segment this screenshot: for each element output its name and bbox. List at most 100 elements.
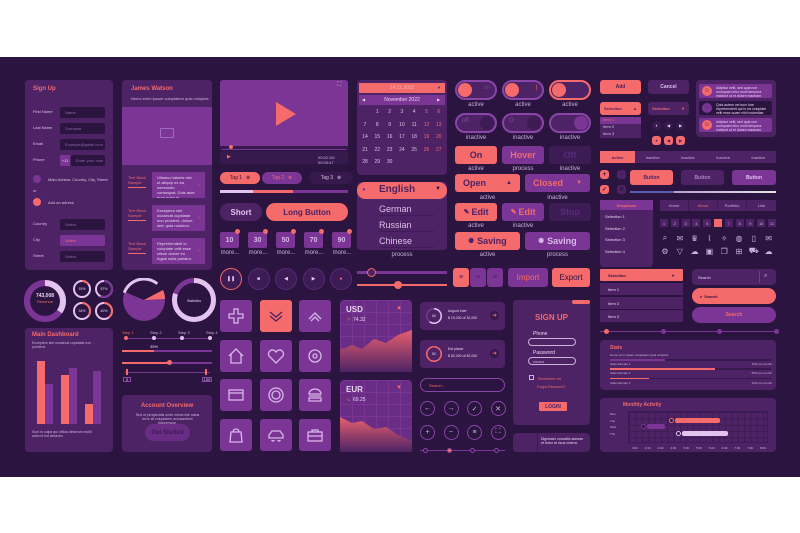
calendar-day[interactable]: 4	[409, 108, 419, 116]
slider-fill[interactable]	[122, 362, 169, 364]
prev-icon[interactable]: ◀	[275, 268, 297, 290]
toggle-active[interactable]: |	[502, 80, 544, 100]
calendar-day[interactable]: 23	[385, 146, 395, 154]
calendar-day[interactable]: 9	[385, 121, 395, 129]
badge-caption[interactable]: more...	[301, 250, 327, 256]
timeline-handle[interactable]	[229, 145, 233, 149]
activity-bar[interactable]	[647, 424, 666, 429]
media-small-2[interactable]: ▶	[676, 121, 685, 130]
range-max-handle[interactable]	[205, 369, 207, 375]
align-right-icon[interactable]: ≡	[487, 268, 503, 287]
calendar-day[interactable]: 21	[360, 146, 370, 154]
media-square-0[interactable]: ⏸	[652, 136, 661, 145]
search-pill-button[interactable]: ⌕ Search	[692, 288, 776, 304]
calendar-day[interactable]: 7	[360, 121, 370, 129]
calendar-day[interactable]: 6	[434, 108, 444, 116]
play-icon[interactable]	[276, 102, 296, 126]
cancel-button[interactable]: Cancel	[648, 80, 689, 94]
tile-home[interactable]	[220, 339, 252, 372]
calendar-day[interactable]: 5	[422, 108, 432, 116]
tag-close-icon[interactable]: ⊗	[337, 175, 341, 181]
media-small-1[interactable]: ◀	[664, 121, 673, 130]
selection-item[interactable]: Item 1	[600, 117, 641, 124]
toggle-active[interactable]: on	[455, 80, 497, 100]
state-button-off[interactable]: Off	[549, 146, 591, 164]
add-button[interactable]: Add	[600, 80, 641, 94]
tile-chevrons-down[interactable]	[259, 300, 292, 332]
calendar-day[interactable]: 3	[397, 108, 407, 116]
selection-open[interactable]: Selection ▲	[600, 102, 641, 115]
badge-caption[interactable]: more...	[329, 250, 355, 256]
chevron-down-icon[interactable]: ▼	[437, 85, 443, 91]
select-street[interactable]: Select	[60, 251, 105, 262]
edit-button[interactable]: ✎ Edit	[502, 203, 544, 221]
media-square-1[interactable]: ◀	[664, 136, 673, 145]
tile-chevron-up[interactable]	[299, 300, 331, 332]
dropdown-item[interactable]: Selection 3	[605, 237, 650, 243]
page-8[interactable]: 8	[735, 219, 744, 227]
selection-item[interactable]: Item 3	[600, 131, 641, 138]
nav-home[interactable]: Home	[660, 200, 689, 211]
activity-bar[interactable]	[681, 430, 728, 436]
selection-closed[interactable]: Selection ▼	[648, 102, 689, 115]
close-icon[interactable]: ✕	[490, 401, 506, 416]
step-dot[interactable]	[124, 336, 128, 340]
tile-shopping-bag[interactable]	[220, 418, 252, 451]
search-icon[interactable]: ⌕	[764, 273, 772, 281]
button-1[interactable]: Button	[681, 170, 724, 185]
tile-burger[interactable]	[299, 379, 331, 411]
dot-slider-track[interactable]	[420, 450, 505, 451]
plus-button[interactable]: +	[600, 170, 609, 179]
calendar-day[interactable]: 25	[409, 146, 419, 154]
plus-icon[interactable]: +	[420, 424, 435, 440]
toggle-inactive[interactable]	[549, 113, 591, 133]
calendar-day[interactable]: 24	[397, 146, 407, 154]
state-button-hover[interactable]: Hover	[502, 146, 544, 164]
saving-button[interactable]: ✺ Saving	[455, 232, 520, 250]
dot-slider-stop[interactable]	[446, 448, 452, 453]
tile-credit-card[interactable]	[220, 379, 252, 411]
media-small-0[interactable]: ⏸	[652, 121, 661, 130]
select-country[interactable]: Select	[60, 219, 105, 230]
tile-settings[interactable]	[299, 339, 331, 372]
range-track[interactable]	[125, 372, 210, 373]
calendar-day[interactable]: 2	[385, 108, 395, 116]
page-11[interactable]: 11	[768, 219, 776, 227]
saving-button[interactable]: ✺ Saving	[525, 232, 590, 250]
tab-4[interactable]: Inactive	[741, 151, 776, 163]
calendar-day[interactable]: 20	[434, 133, 444, 141]
language-option[interactable]: Russian	[379, 220, 434, 232]
selection-dropdown[interactable]: Selection ▼	[600, 269, 683, 281]
dot-slider-stop[interactable]	[493, 448, 499, 453]
dropdown-open[interactable]: Open ▲	[455, 174, 520, 192]
radio-address[interactable]	[33, 175, 41, 183]
page-7[interactable]: 7	[724, 219, 733, 227]
step-dot[interactable]	[152, 336, 156, 340]
calendar-date-field[interactable]: 14.11.2022	[359, 83, 445, 93]
badge-70[interactable]: 70	[304, 232, 323, 248]
import-button[interactable]: Import	[508, 268, 548, 287]
slider-thumb[interactable]	[166, 360, 172, 365]
phone-code[interactable]: +11	[60, 155, 70, 166]
language-option[interactable]: Chinese	[379, 236, 434, 248]
get-started-button[interactable]: Get Started	[145, 424, 190, 441]
edit-button[interactable]: ✎ Edit	[455, 203, 497, 221]
tile-car[interactable]	[259, 418, 292, 451]
calendar-day[interactable]: 8	[372, 121, 382, 129]
calendar-day[interactable]: 19	[422, 133, 432, 141]
export-button[interactable]: Export	[552, 268, 590, 287]
prev-month-icon[interactable]: ◀	[362, 97, 368, 103]
selection-item[interactable]: Item 2	[600, 296, 683, 309]
check-button[interactable]: ✓	[600, 185, 609, 194]
search-button[interactable]: Search	[692, 307, 776, 323]
step-slider-dot[interactable]	[660, 329, 666, 334]
selection-item[interactable]: Item 1	[600, 283, 683, 295]
tag-1[interactable]: Tag 1 ⊗	[220, 172, 260, 184]
badge-caption[interactable]: more...	[245, 250, 271, 256]
calendar-day[interactable]: 26	[422, 146, 432, 154]
step-slider-dot[interactable]	[773, 329, 779, 334]
tab-2[interactable]: Inactive	[670, 151, 705, 163]
tag-3[interactable]: Tag 3 ⊗	[309, 172, 353, 184]
minus-button[interactable]: −	[617, 170, 626, 179]
tile-plus[interactable]	[220, 300, 252, 332]
